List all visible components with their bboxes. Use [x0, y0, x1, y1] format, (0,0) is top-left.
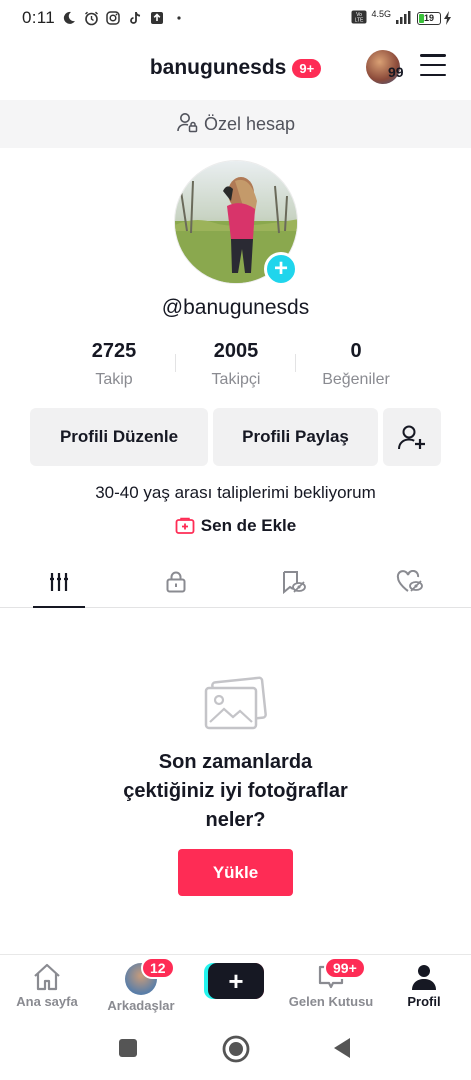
upload-button[interactable]: Yükle [178, 849, 293, 896]
nav-inbox-label: Gelen Kutusu [288, 994, 374, 1009]
home-icon [34, 963, 60, 991]
stat-following-label: Takip [95, 371, 133, 388]
system-navigation [0, 1018, 471, 1080]
stat-likes-value: 0 [350, 340, 362, 362]
battery-level: 19 [423, 13, 434, 23]
stat-following-value: 2725 [91, 340, 137, 362]
profile-bio: 30-40 yaş arası taliplerimi bekliyorum [95, 483, 376, 502]
add-link-label: Sen de Ekle [200, 516, 297, 535]
empty-state-message: Son zamanlarda çektiğiniz iyi fotoğrafla… [60, 748, 411, 835]
stat-followers-label: Takipçi [211, 371, 261, 388]
stat-likes-label: Beğeniler [322, 371, 390, 388]
content-tabs [0, 556, 471, 608]
friends-badge: 12 [141, 957, 175, 979]
tab-saved[interactable] [234, 556, 351, 608]
nav-home[interactable]: Ana sayfa [0, 955, 94, 1019]
private-account-label: Özel hesap [203, 113, 296, 134]
bookmark-hidden-icon [282, 571, 306, 594]
profile-icon [412, 965, 436, 990]
tab-videos[interactable] [0, 556, 117, 608]
bottom-navigation: Ana sayfa Arkadaşlar 12 + Gelen Kutusu 9… [0, 954, 471, 1018]
network-type: 4.5G [371, 9, 391, 19]
add-user-icon [398, 425, 425, 450]
create-button[interactable]: + [204, 963, 264, 999]
add-to-friends-link[interactable]: Sen de Ekle [0, 516, 471, 536]
nav-home-label: Ana sayfa [16, 994, 78, 1009]
nav-profile[interactable]: Profil [377, 955, 471, 1019]
tiktok-icon [127, 10, 143, 26]
menu-icon[interactable] [420, 54, 446, 76]
photo-placeholder-icon [202, 676, 268, 732]
add-story-plus-icon[interactable]: + [264, 252, 298, 286]
square-icon [119, 1039, 137, 1057]
back-triangle-icon [334, 1038, 350, 1058]
stat-likes[interactable]: 0 Beğeniler [296, 340, 416, 389]
add-plus-box-icon [175, 517, 195, 534]
add-friend-button[interactable] [383, 408, 441, 466]
moon-icon [61, 10, 77, 26]
active-tab-indicator [33, 606, 85, 608]
stat-followers[interactable]: 2005 Takipçi [176, 340, 296, 389]
signal-icon [395, 10, 413, 26]
stat-followers-value: 2005 [213, 340, 259, 362]
lock-icon [166, 571, 185, 593]
empty-line-1: Son zamanlarda [158, 751, 313, 773]
status-time: 0:11 [22, 8, 56, 27]
account-switch-badge: 9+ [292, 58, 322, 78]
instagram-icon [105, 10, 121, 26]
status-bar: 0:11 Vo LTE 4.5G 19 [0, 0, 471, 36]
svg-text:LTE: LTE [355, 18, 364, 24]
home-system-button[interactable] [222, 1035, 250, 1068]
volte-icon: Vo LTE [351, 10, 367, 26]
charging-icon [444, 11, 451, 25]
alarm-icon [83, 10, 99, 26]
nav-profile-label: Profil [407, 994, 441, 1009]
profile-avatar-wrap[interactable]: + [174, 160, 298, 286]
nav-friends[interactable]: Arkadaşlar 12 [94, 955, 188, 1019]
profile-header: banugunesds 9+ 99 [0, 40, 471, 96]
inbox-badge: 99+ [324, 957, 366, 979]
tab-private[interactable] [117, 556, 234, 608]
more-notifications-icon [171, 10, 187, 26]
header-avatar-count: 99 [388, 64, 404, 80]
circle-icon [222, 1035, 250, 1063]
edit-profile-button[interactable]: Profili Düzenle [30, 408, 208, 466]
battery-indicator: 19 [417, 11, 453, 25]
tab-liked[interactable] [351, 556, 468, 608]
nav-friends-label: Arkadaşlar [107, 998, 175, 1013]
header-username[interactable]: banugunesds [150, 56, 287, 80]
share-profile-button[interactable]: Profili Paylaş [213, 408, 378, 466]
empty-line-2: çektiğiniz iyi fotoğraflar [123, 780, 348, 802]
stat-following[interactable]: 2725 Takip [54, 340, 174, 389]
upload-notification-icon [149, 10, 165, 26]
profile-handle: @banugunesds [161, 296, 310, 319]
recent-apps-button[interactable] [118, 1038, 138, 1063]
nav-inbox[interactable]: Gelen Kutusu 99+ [284, 955, 378, 1019]
private-user-icon [176, 111, 198, 138]
profile-stats: 2725 Takip 2005 Takipçi 0 Beğeniler [0, 340, 471, 396]
back-button[interactable] [332, 1037, 352, 1064]
heart-hidden-icon [396, 570, 423, 592]
empty-line-3: neler? [205, 809, 266, 831]
create-plus-icon: + [208, 963, 264, 999]
grid-icon [49, 573, 68, 591]
private-account-bar: Özel hesap [0, 100, 471, 148]
